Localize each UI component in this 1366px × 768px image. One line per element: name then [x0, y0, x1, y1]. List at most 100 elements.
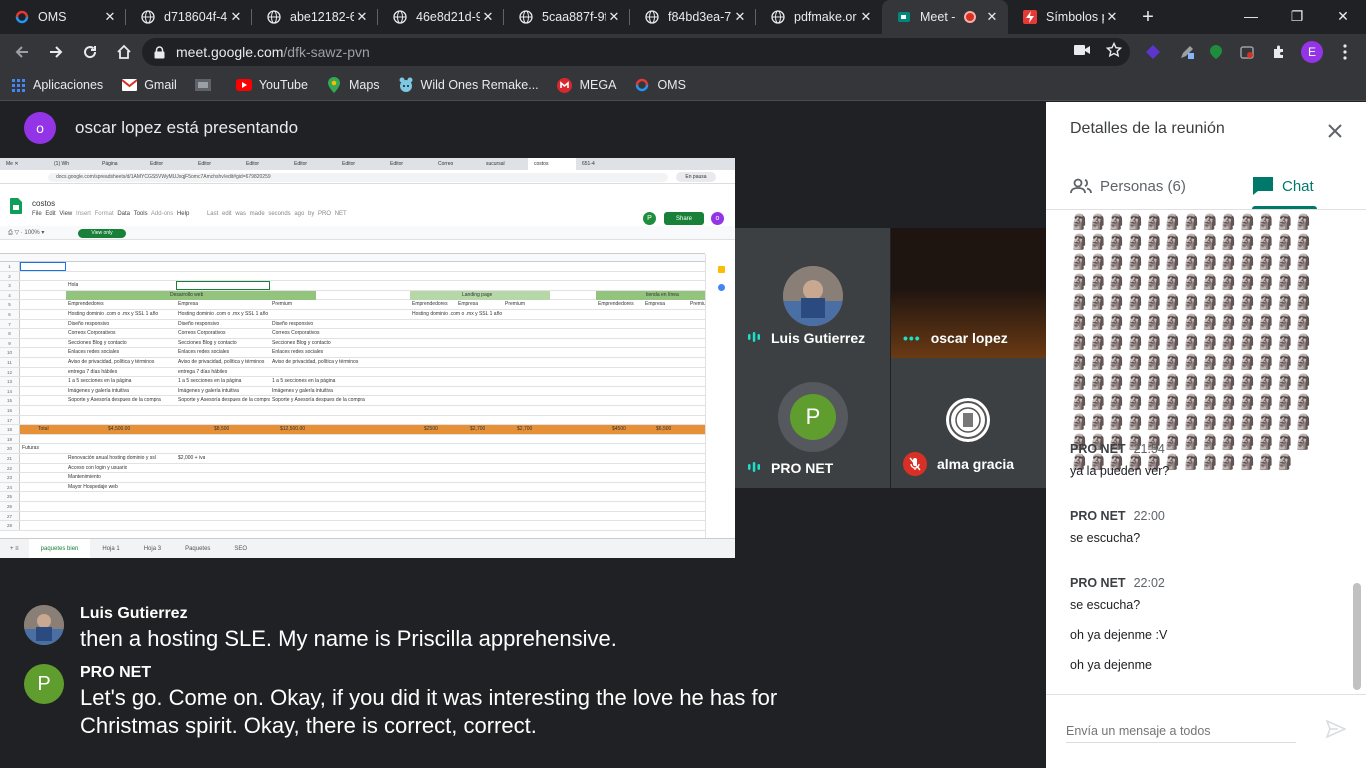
close-icon[interactable]: ✕	[858, 9, 874, 25]
browser-tab[interactable]: 5caa887f-9f ✕	[504, 0, 630, 34]
browser-tab-strip: OMS ✕ d718604f-4 ✕ abe12182-6 ✕ 46e8d21d…	[0, 0, 1366, 34]
bookmark-maps[interactable]: Maps	[326, 77, 380, 93]
extensions-puzzle-icon[interactable]	[1269, 42, 1289, 62]
send-button[interactable]	[1325, 719, 1347, 743]
close-icon[interactable]: ✕	[102, 9, 118, 25]
participant-avatar-ring: P	[778, 382, 848, 452]
sheet-row: 22 Acceso con login y usuario	[0, 463, 705, 474]
meeting-details-panel: Detalles de la reunión Personas (6) Chat…	[1046, 102, 1366, 768]
chat-text: se escucha?	[1070, 531, 1141, 545]
sheets-user-avatar: P	[643, 212, 656, 225]
sheets-share-button: Share	[664, 212, 704, 225]
chat-messages: 🗿🗿🗿🗿🗿🗿🗿🗿🗿🗿🗿🗿🗿🗿🗿🗿🗿🗿🗿🗿🗿🗿🗿🗿🗿🗿🗿🗿🗿🗿🗿🗿🗿🗿🗿🗿🗿🗿🗿🗿…	[1046, 210, 1358, 694]
close-icon[interactable]: ✕	[354, 9, 370, 25]
bookmark-youtube[interactable]: YouTube	[235, 77, 308, 93]
extension-pencil-icon[interactable]	[1177, 42, 1197, 62]
browser-tab[interactable]: Símbolos p ✕	[1008, 0, 1128, 34]
shared-browser-tabs: Me ✕ (1) Wh Página Editor Editor Editor …	[0, 158, 735, 170]
apps-grid-icon	[10, 77, 26, 93]
participant-tile[interactable]: ••• oscar lopez	[891, 228, 1046, 358]
sheets-grid: 1 2 3 Hola 4 Desarrollo web Landing page …	[0, 262, 705, 542]
browser-tab[interactable]: OMS ✕	[0, 0, 126, 34]
presenter-text: oscar lopez está presentando	[75, 118, 299, 137]
bookmark-wildones[interactable]: Wild Ones Remake...	[398, 77, 539, 93]
forward-button[interactable]	[40, 38, 72, 66]
bookmark-gmail[interactable]: Gmail	[121, 77, 177, 93]
close-icon[interactable]: ✕	[480, 9, 496, 25]
participant-video	[891, 288, 1046, 358]
profile-avatar[interactable]: E	[1301, 41, 1323, 63]
close-icon[interactable]: ✕	[984, 9, 1000, 25]
bookmark-mega[interactable]: MEGA	[557, 77, 616, 93]
globe-icon	[644, 9, 660, 25]
close-icon[interactable]: ✕	[732, 9, 748, 25]
close-icon[interactable]: ✕	[228, 9, 244, 25]
sheet-tab: Hoja 1	[102, 545, 120, 552]
extension-purple-icon[interactable]	[1143, 42, 1163, 62]
globe-icon	[518, 9, 534, 25]
chat-scrollbar[interactable]	[1353, 583, 1361, 690]
window-close-button[interactable]: ✕	[1320, 0, 1366, 32]
close-panel-button[interactable]	[1324, 120, 1346, 142]
minimize-button[interactable]: —	[1228, 0, 1274, 32]
close-icon[interactable]: ✕	[1104, 9, 1120, 25]
chat-time: 22:00	[1133, 509, 1165, 523]
browser-tab[interactable]: d718604f-4 ✕	[126, 0, 252, 34]
bookmark-label: Maps	[348, 78, 380, 92]
arrow-left-icon	[15, 46, 28, 58]
bookmark-oms[interactable]: OMS	[634, 77, 686, 93]
reload-button[interactable]	[74, 38, 106, 66]
tab-title: f84bd3ea-7	[668, 10, 732, 24]
close-icon[interactable]: ✕	[606, 9, 622, 25]
sheet-row: 9 Secciones Blog y contacto Secciones Blog…	[0, 338, 705, 349]
people-icon	[1070, 178, 1092, 194]
bookmark-image[interactable]	[194, 77, 218, 93]
browser-tab[interactable]: abe12182-6 ✕	[252, 0, 378, 34]
participant-tile[interactable]: Luis Gutierrez	[735, 228, 890, 358]
shared-tab: 651-4	[582, 161, 595, 167]
bookmark-label: Aplicaciones	[33, 78, 104, 92]
chat-message-input[interactable]	[1066, 719, 1296, 743]
bookmark-label: YouTube	[258, 78, 308, 92]
back-button[interactable]	[6, 38, 38, 66]
panel-title: Detalles de la reunión	[1070, 120, 1225, 137]
browser-menu-icon[interactable]	[1335, 42, 1355, 62]
participant-tile[interactable]: alma gracia	[891, 358, 1046, 488]
tab-chat[interactable]: Chat	[1252, 162, 1314, 210]
camera-icon[interactable]	[1074, 43, 1090, 61]
chat-text: ya la pueden ver?	[1070, 464, 1170, 478]
chat-emoji-message: 🗿🗿🗿🗿🗿🗿🗿🗿🗿🗿🗿🗿🗿🗿🗿🗿🗿🗿🗿🗿🗿🗿🗿🗿🗿🗿🗿🗿🗿🗿🗿🗿🗿🗿🗿🗿🗿🗿🗿🗿…	[1070, 213, 1313, 471]
browser-tab[interactable]: 46e8d21d-9 ✕	[378, 0, 504, 34]
maps-pin-icon	[326, 77, 342, 93]
shared-url: docs.google.com/spreadsheets/d/1AMYCGS5V…	[48, 173, 668, 182]
sheet-tab: Hoja 3	[143, 545, 162, 552]
sheet-row: 3 Hola	[0, 281, 705, 291]
sheet-row: 2	[0, 271, 705, 282]
caption-speaker: PRO NET	[80, 664, 152, 681]
tab-people[interactable]: Personas (6)	[1070, 162, 1186, 210]
sheet-row: 13 1 a 5 secciones en la página 1 a 5 secc…	[0, 377, 705, 387]
participant-photo	[783, 266, 843, 326]
shared-tab: Correo	[438, 161, 454, 167]
home-button[interactable]	[108, 38, 140, 66]
browser-tab[interactable]: pdfmake.or ✕	[756, 0, 882, 34]
chat-icon	[1252, 176, 1274, 196]
maximize-button[interactable]: ❐	[1274, 0, 1320, 32]
tab-title: Símbolos p	[1046, 10, 1104, 24]
star-icon[interactable]	[1105, 41, 1123, 63]
mega-icon	[557, 77, 573, 93]
sheet-row: 23 Mantenimiento	[0, 473, 705, 483]
lock-icon[interactable]	[152, 45, 166, 59]
extension-green-icon[interactable]	[1206, 42, 1226, 62]
shared-tab: sucursal	[486, 161, 505, 167]
bookmark-label: OMS	[657, 78, 686, 92]
tab-title: OMS	[38, 10, 67, 24]
participant-tile[interactable]: P PRO NET	[735, 358, 890, 488]
address-bar[interactable]: meet.google.com/dfk-sawz-pvn	[142, 38, 1130, 66]
browser-tab-active[interactable]: Meet - ✕	[882, 0, 1008, 34]
bookmark-apps[interactable]: Aplicaciones	[10, 77, 103, 93]
browser-tab[interactable]: f84bd3ea-7 ✕	[630, 0, 756, 34]
shared-address-bar: docs.google.com/spreadsheets/d/1AMYCGS5V…	[0, 170, 735, 184]
new-tab-button[interactable]: +	[1128, 0, 1168, 34]
extension-shield-icon[interactable]	[1237, 42, 1257, 62]
